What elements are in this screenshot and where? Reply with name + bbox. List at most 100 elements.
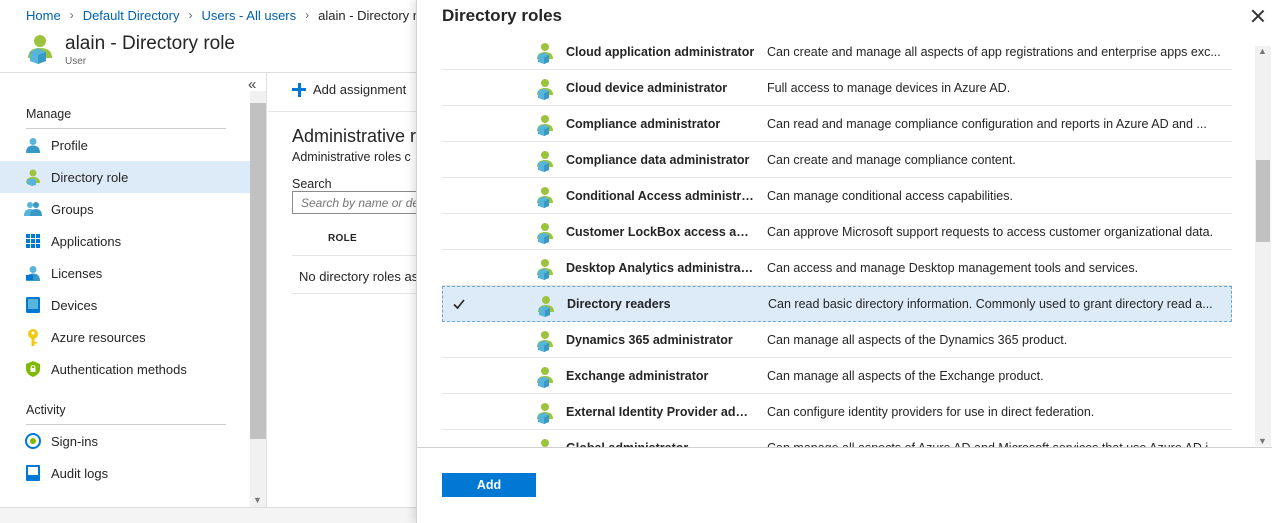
role-description: Can read and manage compliance configura…: [767, 116, 1207, 131]
scrollbar-thumb[interactable]: [1256, 160, 1270, 242]
search-label: Search: [292, 177, 332, 191]
role-description: Can read basic directory information. Co…: [768, 297, 1213, 311]
nav-label: Licenses: [51, 265, 103, 281]
nav-label: Azure resources: [51, 329, 146, 345]
role-name: Compliance administrator: [566, 116, 721, 131]
nav-item-audit-logs[interactable]: Audit logs: [0, 457, 250, 489]
role-description: Can create and manage all aspects of app…: [767, 44, 1221, 59]
role-name: Directory readers: [567, 297, 671, 311]
nav-item-azure-resources[interactable]: Azure resources: [0, 321, 250, 353]
role-description: Can access and manage Desktop management…: [767, 260, 1139, 275]
close-icon[interactable]: [1251, 9, 1265, 23]
role-name: Cloud application administrator: [566, 44, 755, 59]
roles-list: Cloud application administrator Can creat…: [442, 36, 1232, 448]
nav-item-devices[interactable]: Devices: [0, 289, 250, 321]
role-row[interactable]: Customer LockBox access app... Can approv…: [442, 214, 1232, 250]
search-input[interactable]: [292, 191, 416, 214]
role-row[interactable]: Directory readers Can read basic director…: [442, 286, 1232, 322]
role-description: Can manage conditional access capabiliti…: [767, 188, 1013, 203]
chevron-right-icon: ›: [188, 8, 193, 22]
role-row[interactable]: Cloud device administrator Full access to…: [442, 70, 1232, 106]
main-content: Add assignment Administrative ro Adminis…: [268, 73, 416, 507]
role-icon: [537, 403, 553, 424]
empty-message: No directory roles as: [299, 269, 416, 284]
page-title: alain - Directory role: [65, 33, 235, 54]
nav-item-applications[interactable]: Applications: [0, 225, 250, 257]
scroll-down-icon[interactable]: ▼: [253, 495, 262, 505]
chevron-right-icon: ›: [69, 8, 74, 22]
breadcrumb-default-directory[interactable]: Default Directory: [83, 8, 180, 23]
chevron-right-icon: ›: [305, 8, 310, 22]
user-icon: [24, 136, 42, 154]
page-subtitle: User: [65, 56, 87, 67]
role-icon: [537, 331, 553, 352]
role-row[interactable]: Dynamics 365 administrator Can manage all…: [442, 322, 1232, 358]
breadcrumb-users[interactable]: Users - All users: [202, 8, 297, 23]
role-row[interactable]: External Identity Provider adm... Can con…: [442, 394, 1232, 430]
nav-section-activity: Activity: [26, 403, 66, 417]
nav-item-authentication-methods[interactable]: Authentication methods: [0, 353, 250, 385]
scroll-up-icon[interactable]: ▲: [1258, 46, 1267, 56]
role-row[interactable]: Desktop Analytics administrator Can acces…: [442, 250, 1232, 286]
role-row[interactable]: Compliance administrator Can read and man…: [442, 106, 1232, 142]
roles-scrollbar[interactable]: ▲ ▼: [1255, 46, 1271, 446]
nav-item-profile[interactable]: Profile: [0, 129, 250, 161]
left-nav-scrollbar[interactable]: ▼: [250, 91, 266, 507]
devices-icon: [24, 296, 42, 314]
nav-item-sign-ins[interactable]: Sign-ins: [0, 425, 250, 457]
role-row[interactable]: Exchange administrator Can manage all asp…: [442, 358, 1232, 394]
role-description: Can approve Microsoft support requests t…: [767, 224, 1214, 239]
role-description: Can configure identity providers for use…: [767, 404, 1095, 419]
role-name: Compliance data administrator: [566, 152, 750, 167]
role-icon: [537, 259, 553, 280]
breadcrumb-current: alain - Directory r: [318, 7, 418, 23]
nav-label: Audit logs: [51, 465, 109, 481]
role-icon: [538, 296, 554, 317]
scrollbar-thumb[interactable]: [250, 103, 266, 439]
key-icon: [24, 328, 42, 346]
left-nav: « Manage Profile Directory role Groups A…: [0, 73, 267, 507]
sign-in-icon: [24, 432, 42, 450]
scroll-down-icon[interactable]: ▼: [1258, 436, 1267, 446]
roles-list-body: Cloud application administrator Can creat…: [442, 36, 1232, 448]
section-title: Administrative ro: [292, 126, 416, 146]
role-row[interactable]: Conditional Access administra... Can mana…: [442, 178, 1232, 214]
applications-icon: [24, 232, 42, 250]
role-icon: [537, 151, 553, 172]
nav-label: Devices: [51, 297, 98, 313]
nav-section-manage: Manage: [26, 107, 72, 121]
role-name: Customer LockBox access app...: [566, 224, 756, 239]
nav-item-directory-role[interactable]: Directory role: [0, 161, 250, 193]
nav-label: Directory role: [51, 169, 129, 185]
toolbar-divider: [268, 111, 416, 112]
add-assignment-button[interactable]: Add assignment: [292, 82, 406, 97]
role-row[interactable]: Global administrator Can manage all aspec…: [442, 430, 1232, 448]
role-name: Desktop Analytics administrator: [566, 260, 756, 275]
groups-icon: [24, 200, 42, 218]
role-row[interactable]: Compliance data administrator Can create …: [442, 142, 1232, 178]
nav-label: Applications: [51, 233, 122, 249]
role-row[interactable]: Cloud application administrator Can creat…: [442, 36, 1232, 70]
directory-roles-panel: Directory roles Cloud application admini…: [416, 0, 1272, 523]
audit-log-icon: [24, 464, 42, 482]
nav-label: Profile: [51, 137, 88, 153]
add-assignment-label: Add assignment: [313, 82, 407, 97]
role-description: Full access to manage devices in Azure A…: [767, 80, 1011, 95]
licenses-icon: [24, 264, 42, 282]
table-divider: [292, 255, 416, 256]
table-header-role: ROLE: [328, 233, 357, 244]
role-icon: [537, 79, 553, 100]
nav-item-licenses[interactable]: Licenses: [0, 257, 250, 289]
add-button[interactable]: Add: [442, 473, 536, 497]
role-name: Exchange administrator: [566, 368, 709, 383]
role-description: Can manage all aspects of the Exchange p…: [767, 368, 1044, 383]
role-icon: [537, 115, 553, 136]
nav-label: Authentication methods: [51, 361, 187, 377]
footer-divider: [417, 447, 1272, 448]
checkmark-icon[interactable]: [451, 296, 467, 312]
breadcrumb-home[interactable]: Home: [26, 8, 61, 23]
nav-label: Groups: [51, 201, 94, 217]
role-description: Can create and manage compliance content…: [767, 152, 1016, 167]
nav-item-groups[interactable]: Groups: [0, 193, 250, 225]
panel-title: Directory roles: [442, 6, 562, 25]
